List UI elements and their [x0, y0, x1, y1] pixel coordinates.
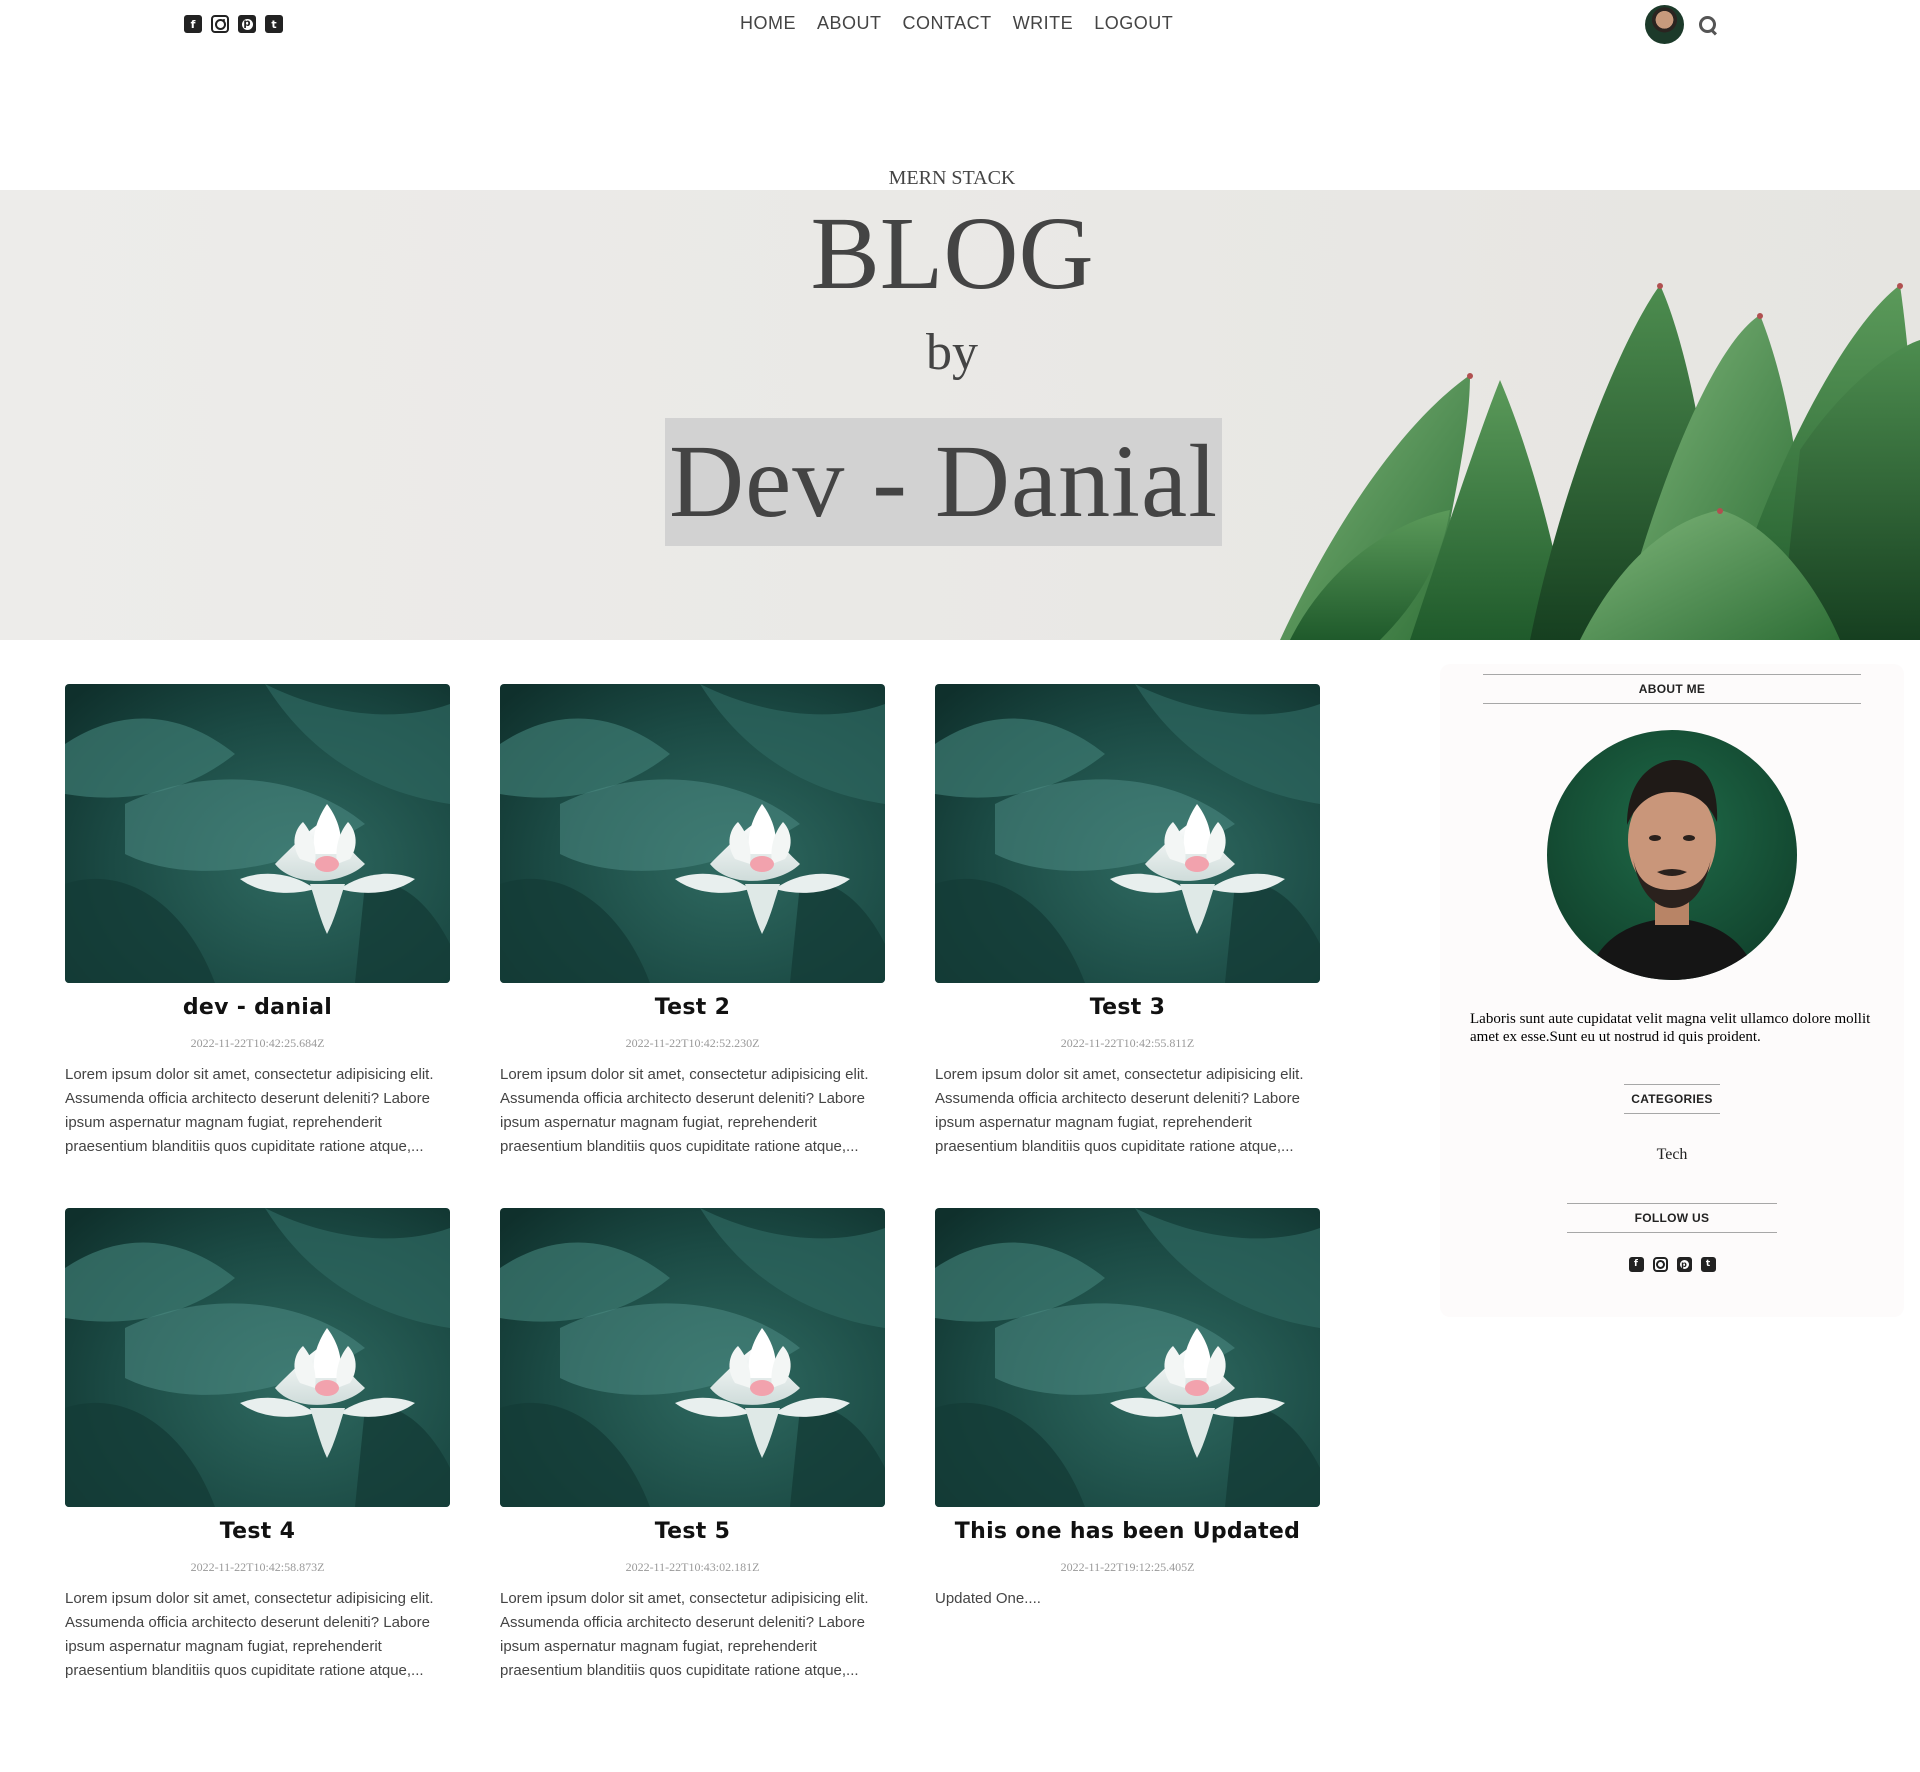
- nav-home-link[interactable]: HOME: [740, 13, 796, 34]
- lotus-image: [500, 1208, 885, 1507]
- post-date: 2022-11-22T10:42:55.811Z: [1060, 1036, 1195, 1050]
- post-date: 2022-11-22T10:42:25.684Z: [190, 1036, 325, 1050]
- lotus-image: [500, 684, 885, 983]
- post-card[interactable]: dev - danial 2022-11-22T10:42:25.684Z Lo…: [65, 684, 450, 1208]
- post-description: Lorem ipsum dolor sit amet, consectetur …: [500, 1590, 869, 1679]
- author-photo: [1547, 730, 1797, 980]
- post-description: Lorem ipsum dolor sit amet, consectetur …: [935, 1066, 1304, 1155]
- nav-write-link[interactable]: WRITE: [1013, 13, 1074, 34]
- facebook-square-icon[interactable]: f: [184, 15, 202, 33]
- post-description: Lorem ipsum dolor sit amet, consectetur …: [65, 1066, 434, 1155]
- twitter-square-icon[interactable]: t: [1700, 1257, 1716, 1272]
- post-title[interactable]: Test 5: [500, 1519, 885, 1547]
- post-description: Lorem ipsum dolor sit amet, consectetur …: [65, 1590, 434, 1679]
- sidebar-social-icons: f p t: [1440, 1257, 1904, 1272]
- instagram-square-icon[interactable]: [1652, 1257, 1668, 1272]
- post-title[interactable]: Test 2: [500, 995, 885, 1023]
- posts-grid: dev - danial 2022-11-22T10:42:25.684Z Lo…: [65, 684, 1320, 1732]
- header-hero: BLOG by Dev - Danial: [0, 190, 1920, 640]
- post-card[interactable]: Test 4 2022-11-22T10:42:58.873Z Lorem ip…: [65, 1208, 450, 1732]
- post-card[interactable]: This one has been Updated 2022-11-22T19:…: [935, 1208, 1320, 1732]
- top-nav: HOME ABOUT CONTACT WRITE LOGOUT: [740, 13, 1173, 34]
- post-date: 2022-11-22T19:12:25.405Z: [1060, 1560, 1195, 1574]
- pinterest-square-icon[interactable]: p: [1676, 1257, 1692, 1272]
- lotus-image: [935, 684, 1320, 983]
- nav-about-link[interactable]: ABOUT: [817, 13, 882, 34]
- post-title[interactable]: dev - danial: [65, 995, 450, 1023]
- nav-contact-link[interactable]: CONTACT: [903, 13, 992, 34]
- categories-heading: CATEGORIES: [1624, 1084, 1720, 1114]
- header-subtitle: MERN STACK: [888, 167, 1016, 189]
- post-card[interactable]: Test 3 2022-11-22T10:42:55.811Z Lorem ip…: [935, 684, 1320, 1208]
- post-date: 2022-11-22T10:42:52.230Z: [625, 1036, 760, 1050]
- top-bar: f p t HOME ABOUT CONTACT WRITE LOGOUT: [0, 0, 1920, 50]
- follow-us-heading: FOLLOW US: [1567, 1203, 1777, 1233]
- header-title: BLOG: [810, 196, 1094, 311]
- pinterest-square-icon[interactable]: p: [238, 15, 256, 33]
- about-me-text: Laboris sunt aute cupidatat velit magna …: [1470, 1011, 1871, 1045]
- post-title[interactable]: Test 4: [65, 1519, 450, 1547]
- post-description: Updated One....: [935, 1590, 1041, 1607]
- categories-list: Tech: [1440, 1146, 1904, 1164]
- post-description: Lorem ipsum dolor sit amet, consectetur …: [500, 1066, 869, 1155]
- nav-logout-link[interactable]: LOGOUT: [1094, 13, 1173, 34]
- about-me-heading: ABOUT ME: [1483, 674, 1861, 704]
- user-avatar[interactable]: [1645, 5, 1684, 44]
- post-date: 2022-11-22T10:43:02.181Z: [625, 1560, 760, 1574]
- lotus-image: [65, 1208, 450, 1507]
- instagram-square-icon[interactable]: [211, 15, 229, 33]
- header-by: by: [926, 324, 978, 381]
- lotus-image: [935, 1208, 1320, 1507]
- post-card[interactable]: Test 5 2022-11-22T10:43:02.181Z Lorem ip…: [500, 1208, 885, 1732]
- facebook-square-icon[interactable]: f: [1628, 1257, 1644, 1272]
- post-title[interactable]: This one has been Updated: [935, 1519, 1320, 1547]
- sidebar: ABOUT ME Laboris sunt aute cupidatat vel…: [1440, 664, 1904, 1317]
- post-title[interactable]: Test 3: [935, 995, 1320, 1023]
- search-icon[interactable]: [1698, 15, 1718, 35]
- category-item[interactable]: Tech: [1440, 1146, 1904, 1164]
- header-author-name: Dev - Danial: [665, 418, 1223, 546]
- twitter-square-icon[interactable]: t: [265, 15, 283, 33]
- post-card[interactable]: Test 2 2022-11-22T10:42:52.230Z Lorem ip…: [500, 684, 885, 1208]
- lotus-image: [65, 684, 450, 983]
- post-date: 2022-11-22T10:42:58.873Z: [190, 1560, 325, 1574]
- top-social-icons: f p t: [184, 15, 283, 33]
